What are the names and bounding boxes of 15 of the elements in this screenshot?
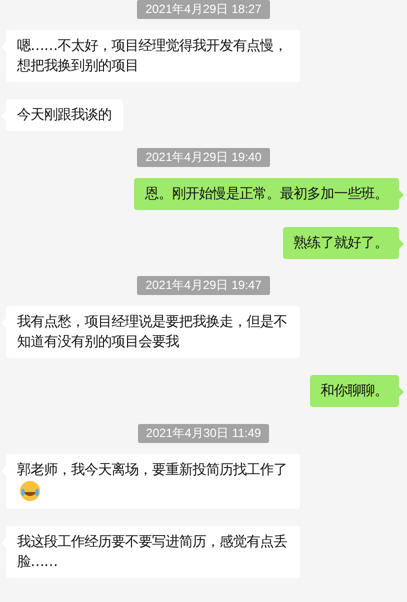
received-message-bubble: 今天刚跟我谈的 [6,99,122,131]
received-message-bubble: 我这段工作经历要不要写进简历，感觉有点丢脸…… [6,526,300,578]
bubble-tail [399,190,404,200]
bubble-tail [399,239,404,249]
received-message-bubble: 我有点愁，项目经理说是要把我换走，但是不知道有没有别的项目会要我 [6,306,300,358]
message-timestamp: 2021年4月29日 18:27 [137,0,270,19]
sent-message-bubble: 恩。刚开始慢是正常。最初多加一些班。 [134,178,399,210]
message-timestamp: 2021年4月29日 19:47 [137,276,270,295]
message-timestamp: 2021年4月30日 11:49 [138,424,270,443]
received-message-bubble: 郭老师，我今天离场，要重新投简历找工作了 [6,454,300,509]
sent-message-bubble: 熟练了就好了。 [282,227,399,259]
sent-message-bubble: 和你聊聊。 [310,375,399,407]
message-timestamp: 2021年4月29日 19:40 [137,148,270,167]
received-message-bubble: 嗯……不太好，项目经理觉得我开发有点慢，想把我换到别的项目 [6,30,300,82]
bubble-tail [399,387,404,397]
